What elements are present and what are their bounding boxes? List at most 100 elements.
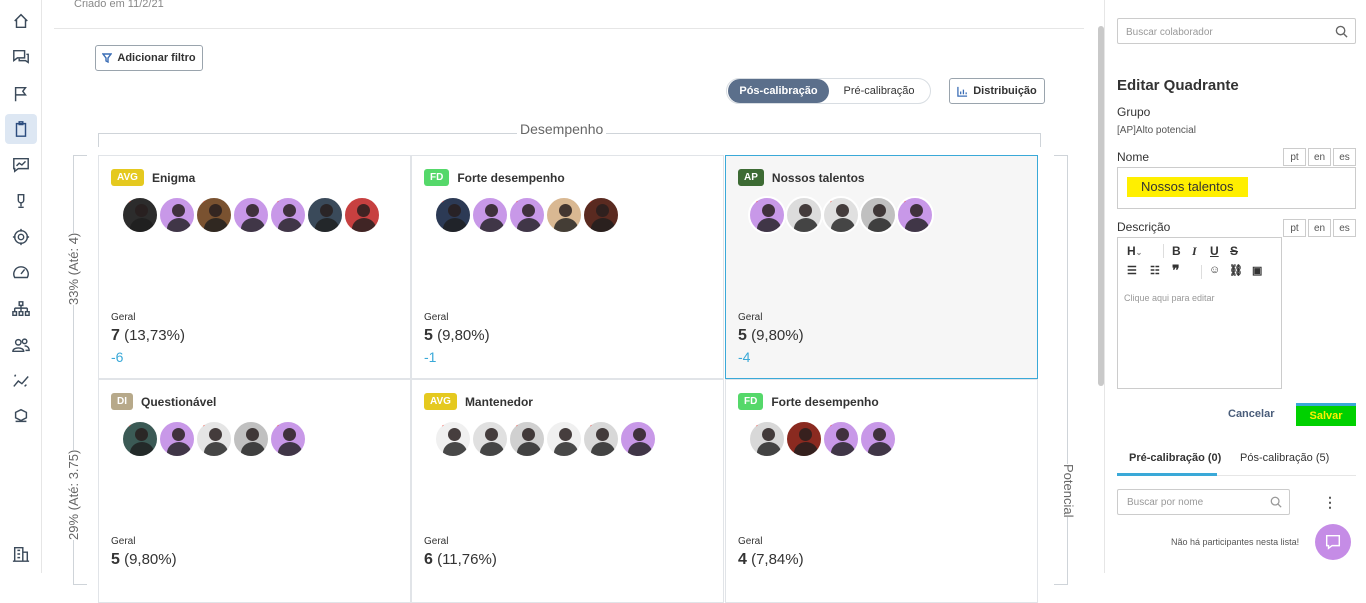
strikethrough-icon[interactable]: S bbox=[1230, 244, 1238, 258]
image-icon[interactable]: ▣ bbox=[1252, 264, 1262, 277]
avatar[interactable] bbox=[859, 420, 897, 458]
quadrant-cell[interactable]: FD Forte desempenho 📌 📌 📌 Geral 5 (9,80%) -1 bbox=[411, 155, 724, 379]
search-by-name-input[interactable]: Buscar por nome bbox=[1117, 489, 1290, 515]
avatar[interactable]: 📌 bbox=[582, 420, 620, 458]
home-icon[interactable] bbox=[11, 11, 31, 31]
distribution-button[interactable]: Distribuição bbox=[949, 78, 1045, 104]
clipboard-icon[interactable] bbox=[5, 114, 37, 144]
toggle-post-calibration[interactable]: Pós-calibração bbox=[728, 79, 829, 103]
box-hand-icon[interactable] bbox=[11, 406, 31, 426]
quadrant-cell[interactable]: AVG Mantenedor 📌 📌 📌 Geral 6 (11,76%) bbox=[411, 379, 724, 603]
bullet-list-icon[interactable]: ☰ bbox=[1127, 264, 1137, 277]
lang-pt-button[interactable]: pt bbox=[1283, 148, 1306, 166]
chat-support-button[interactable] bbox=[1315, 524, 1351, 560]
lang-es-button[interactable]: es bbox=[1333, 148, 1356, 166]
search-collaborator-input[interactable]: Buscar colaborador bbox=[1117, 18, 1356, 44]
quadrant-cell[interactable]: DI Questionável 📌 📌 📌 Geral 5 (9,80%) bbox=[98, 379, 411, 603]
chart-message-icon[interactable] bbox=[11, 155, 31, 175]
avatar[interactable] bbox=[232, 420, 270, 458]
toggle-pre-calibration[interactable]: Pré-calibração bbox=[829, 79, 929, 103]
calibration-toggle[interactable]: Pós-calibração Pré-calibração bbox=[726, 78, 931, 104]
avatar-group: 📌 📌 📌 bbox=[434, 420, 657, 458]
count-number: 6 bbox=[424, 551, 433, 568]
add-filter-button[interactable]: Adicionar filtro bbox=[95, 45, 203, 71]
pin-icon: 📌 bbox=[345, 196, 357, 204]
avatar[interactable] bbox=[158, 420, 196, 458]
avatar[interactable]: 📌 bbox=[195, 420, 233, 458]
avatar[interactable]: 📌 bbox=[748, 420, 786, 458]
quadrant-title: Nossos talentos bbox=[771, 170, 865, 185]
numbered-list-icon[interactable]: ☷ bbox=[1150, 264, 1160, 277]
building-icon[interactable] bbox=[11, 544, 31, 564]
count-number: 5 bbox=[424, 327, 433, 344]
tab-post-calibration[interactable]: Pós-calibração (5) bbox=[1240, 452, 1329, 464]
emoji-icon[interactable]: ☺ bbox=[1209, 264, 1220, 276]
avatar[interactable]: 📌 bbox=[343, 196, 381, 234]
lang-en-button[interactable]: en bbox=[1308, 148, 1331, 166]
desc-lang-pt-button[interactable]: pt bbox=[1283, 219, 1306, 237]
description-editor[interactable]: H⌄ B I U S ☰ ☷ ❞ ☺ ⛓ ▣ Clique aqui para … bbox=[1117, 237, 1282, 389]
name-field[interactable]: Nossos talentos bbox=[1117, 167, 1356, 209]
avatar[interactable] bbox=[545, 420, 583, 458]
trophy-icon[interactable] bbox=[11, 191, 31, 211]
avatar[interactable]: 📌 bbox=[822, 196, 860, 234]
cancel-button[interactable]: Cancelar bbox=[1228, 408, 1274, 420]
quadrant-cell-selected[interactable]: AP Nossos talentos 📌 📌 📌 Geral 5 (9,80%) -4 bbox=[725, 155, 1038, 379]
users-icon[interactable] bbox=[11, 335, 31, 355]
quadrant-header: DI Questionável bbox=[111, 393, 216, 410]
chat-bubbles-icon[interactable] bbox=[11, 47, 31, 67]
avatar[interactable] bbox=[545, 196, 583, 234]
gauge-icon[interactable] bbox=[11, 263, 31, 283]
desc-lang-es-button[interactable]: es bbox=[1333, 219, 1356, 237]
avatar[interactable] bbox=[471, 420, 509, 458]
underline-icon[interactable]: U bbox=[1210, 244, 1219, 258]
bold-icon[interactable]: B bbox=[1172, 244, 1181, 258]
avatar[interactable] bbox=[785, 420, 823, 458]
avatar[interactable] bbox=[619, 420, 657, 458]
avatar[interactable]: 📌 bbox=[748, 196, 786, 234]
pin-icon: 📌 bbox=[271, 196, 283, 204]
count-percent: (9,80%) bbox=[124, 551, 177, 568]
avatar[interactable]: 📌 bbox=[896, 196, 934, 234]
quadrant-badge: DI bbox=[111, 393, 133, 410]
italic-icon[interactable]: I bbox=[1192, 244, 1197, 259]
avatar[interactable]: 📌 bbox=[434, 420, 472, 458]
tab-pre-calibration[interactable]: Pré-calibração (0) bbox=[1129, 452, 1221, 464]
more-options-icon[interactable]: ⋮ bbox=[1323, 494, 1337, 511]
avatar[interactable]: 📌 bbox=[822, 420, 860, 458]
pin-icon: 📌 bbox=[584, 196, 596, 204]
avatar[interactable] bbox=[859, 196, 897, 234]
avatar[interactable]: 📌 bbox=[582, 196, 620, 234]
avatar[interactable]: 📌 bbox=[121, 196, 159, 234]
avatar[interactable] bbox=[306, 196, 344, 234]
heading-icon[interactable]: H⌄ bbox=[1127, 244, 1142, 258]
avatar[interactable]: 📌 bbox=[269, 420, 307, 458]
trend-icon[interactable] bbox=[11, 371, 31, 391]
avatar[interactable] bbox=[471, 196, 509, 234]
avatar[interactable] bbox=[158, 196, 196, 234]
avatar[interactable]: 📌 bbox=[269, 196, 307, 234]
desc-lang-en-button[interactable]: en bbox=[1308, 219, 1331, 237]
quadrant-cell[interactable]: FD Forte desempenho 📌 📌 Geral 4 (7,84%) bbox=[725, 379, 1038, 603]
flag-icon[interactable] bbox=[11, 84, 31, 104]
quadrant-cell[interactable]: AVG Enigma 📌 📌 📌 📌 Geral 7 (13,73%) -6 bbox=[98, 155, 411, 379]
org-chart-icon[interactable] bbox=[11, 299, 31, 319]
target-icon[interactable] bbox=[11, 227, 31, 247]
avatar[interactable] bbox=[232, 196, 270, 234]
save-button[interactable]: Salvar bbox=[1296, 403, 1356, 426]
avatar[interactable]: 📌 bbox=[121, 420, 159, 458]
avatar[interactable]: 📌 bbox=[434, 196, 472, 234]
link-icon[interactable]: ⛓ bbox=[1229, 264, 1243, 277]
avatar[interactable] bbox=[785, 196, 823, 234]
avatar[interactable]: 📌 bbox=[508, 196, 546, 234]
edit-quadrant-panel: Buscar colaborador Editar Quadrante Grup… bbox=[1104, 0, 1366, 573]
overall-label: Geral bbox=[111, 536, 136, 547]
avatar-group: 📌 📌 📌 📌 bbox=[121, 196, 381, 234]
quadrant-title: Forte desempenho bbox=[771, 394, 879, 409]
group-value: [AP]Alto potencial bbox=[1117, 125, 1196, 136]
avatar[interactable]: 📌 bbox=[508, 420, 546, 458]
count-percent: (7,84%) bbox=[751, 551, 804, 568]
avatar[interactable]: 📌 bbox=[195, 196, 233, 234]
quote-icon[interactable]: ❞ bbox=[1172, 262, 1180, 279]
search-icon bbox=[1335, 25, 1348, 38]
